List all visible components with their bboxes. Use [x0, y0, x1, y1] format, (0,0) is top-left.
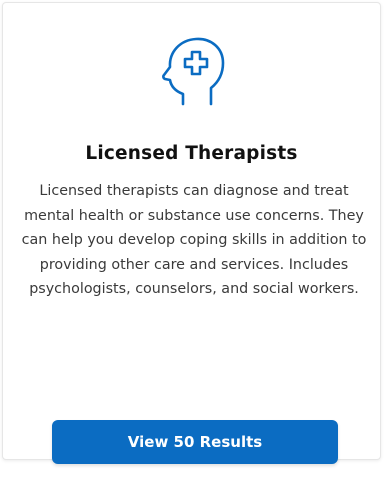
head-medical-cross-icon	[153, 28, 233, 108]
card-title: Licensed Therapists	[85, 143, 298, 164]
provider-type-card: Licensed Therapists Licensed therapists …	[2, 2, 381, 464]
card-description: Licensed therapists can diagnose and tre…	[21, 183, 367, 297]
view-results-button[interactable]: View 50 Results	[52, 420, 338, 464]
